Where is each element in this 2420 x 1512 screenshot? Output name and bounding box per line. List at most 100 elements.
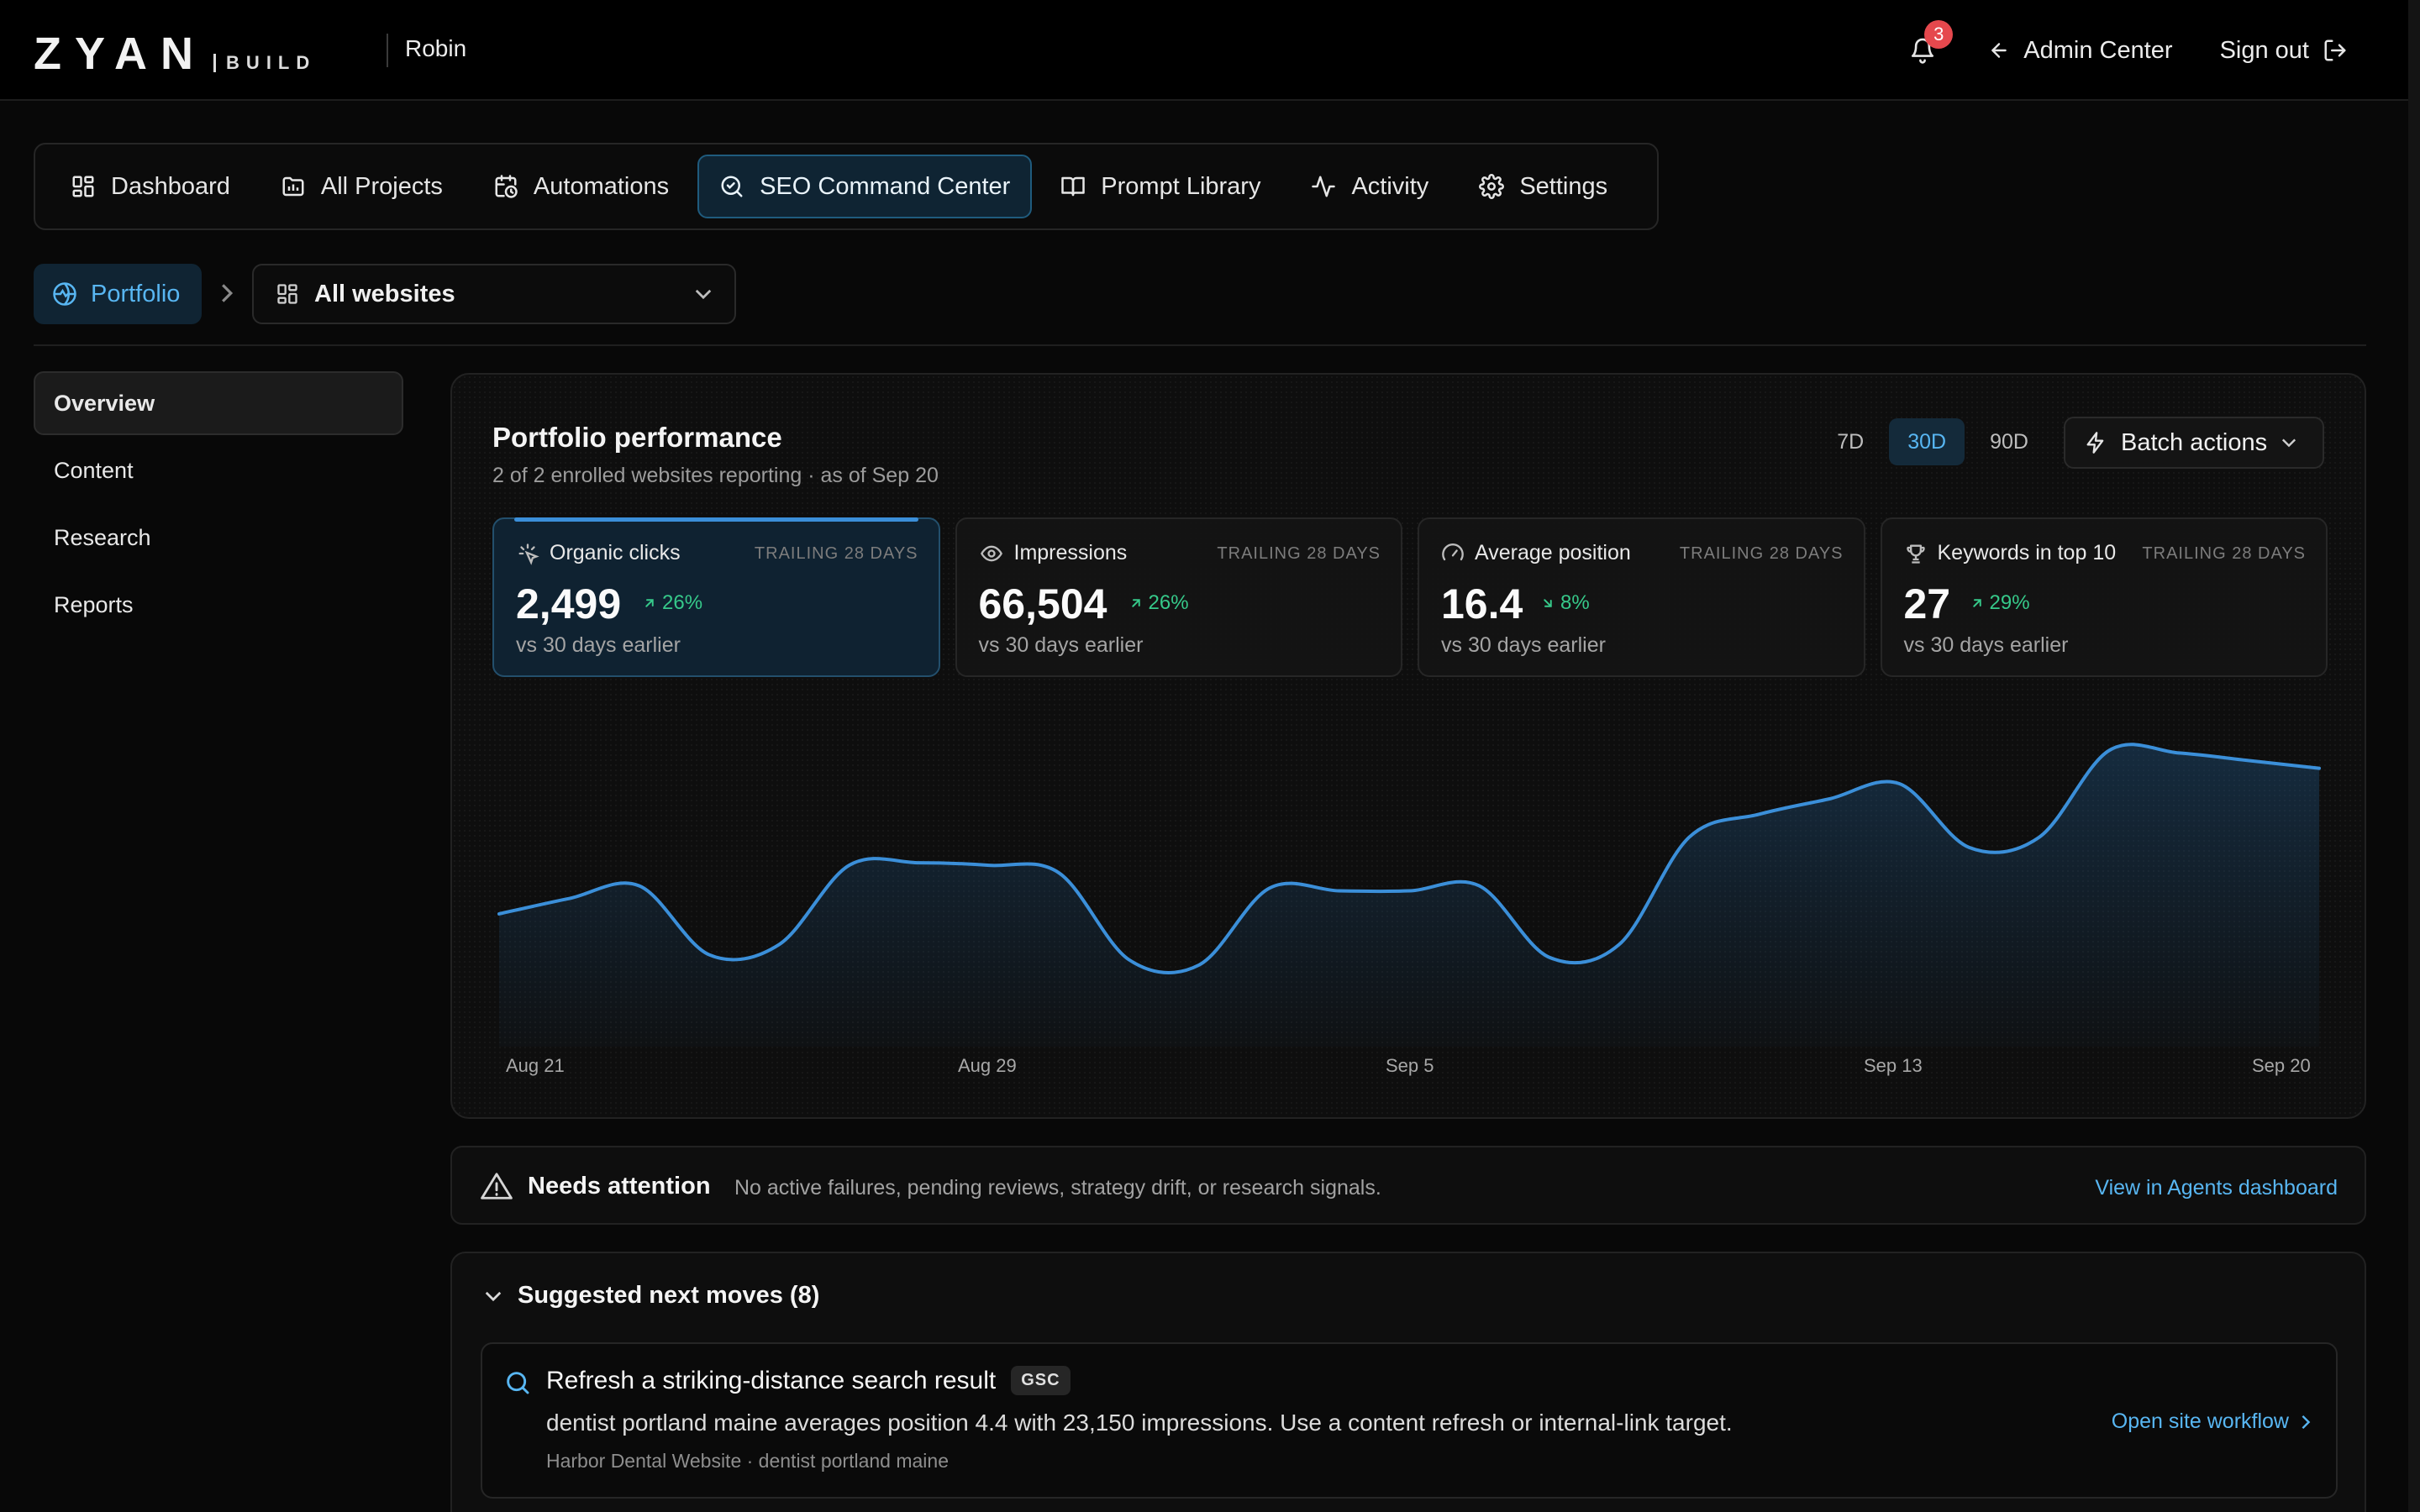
suggestion-item[interactable]: Refresh a striking-distance search resul… bbox=[481, 1342, 2338, 1499]
kpi-label: Keywords in top 10 bbox=[1937, 541, 2117, 564]
nav-all-projects[interactable]: All Projects bbox=[259, 155, 465, 218]
divider bbox=[387, 34, 388, 67]
chevron-down-icon bbox=[485, 1291, 502, 1301]
website-selector[interactable]: All websites bbox=[252, 264, 736, 324]
nav-label: Settings bbox=[1519, 172, 1608, 200]
x-tick-label: Aug 21 bbox=[506, 1055, 565, 1076]
kpi-delta-value: 26% bbox=[1148, 591, 1189, 614]
card-title: Portfolio performance bbox=[492, 422, 782, 453]
kpi-period: TRAILING 28 DAYS bbox=[1217, 544, 1381, 563]
warning-triangle-icon bbox=[481, 1173, 513, 1200]
portfolio-performance-card: Portfolio performance 2 of 2 enrolled we… bbox=[450, 373, 2366, 1119]
sidebar-item-research[interactable]: Research bbox=[34, 506, 403, 570]
kpi-period: TRAILING 28 DAYS bbox=[2142, 544, 2306, 563]
nav-dashboard[interactable]: Dashboard bbox=[49, 155, 252, 218]
kpi-value: 16.4 bbox=[1441, 580, 1523, 627]
batch-actions-button[interactable]: Batch actions bbox=[2064, 417, 2324, 469]
performance-chart[interactable] bbox=[497, 711, 2321, 1063]
admin-center-link[interactable]: Admin Center bbox=[1988, 36, 2173, 65]
sidebar-item-reports[interactable]: Reports bbox=[34, 573, 403, 637]
attention-title: Needs attention bbox=[528, 1173, 711, 1200]
kpi-delta: 8% bbox=[1540, 591, 1590, 615]
workspace-name: Robin bbox=[405, 35, 467, 61]
kpi-delta-value: 29% bbox=[1989, 591, 2030, 614]
x-tick-label: Sep 13 bbox=[1864, 1055, 1923, 1076]
kpi-row: Organic clicks TRAILING 28 DAYS 2,499 26… bbox=[492, 517, 2328, 677]
suggested-moves-title: Suggested next moves (8) bbox=[518, 1282, 820, 1309]
kpi-label: Impressions bbox=[1013, 541, 1128, 564]
range-90d-button[interactable]: 90D bbox=[1971, 418, 2047, 465]
website-selector-value: All websites bbox=[314, 280, 455, 307]
kpi-label: Average position bbox=[1475, 541, 1631, 564]
kpi-comparison: vs 30 days earlier bbox=[1441, 633, 1606, 657]
sign-out-button[interactable]: Sign out bbox=[2220, 37, 2348, 65]
nav-seo-command-center[interactable]: SEO Command Center bbox=[697, 155, 1033, 218]
range-7d-button[interactable]: 7D bbox=[1818, 418, 1882, 465]
sidebar-item-content[interactable]: Content bbox=[34, 438, 403, 502]
card-subtitle: 2 of 2 enrolled websites reporting · as … bbox=[492, 464, 939, 487]
breadcrumb-portfolio-label: Portfolio bbox=[91, 280, 181, 307]
suggestion-meta: Harbor Dental Website · dentist portland… bbox=[546, 1450, 949, 1472]
activity-icon bbox=[1312, 176, 1336, 197]
top-bar: ZYAN BUILD Robin 3 Admin Center Sign out bbox=[0, 0, 2420, 101]
grid-icon bbox=[277, 284, 297, 304]
x-tick-label: Sep 20 bbox=[2252, 1055, 2311, 1076]
chevron-right-icon bbox=[2302, 1415, 2311, 1429]
nav-prompt-library[interactable]: Prompt Library bbox=[1039, 155, 1282, 218]
breadcrumb-portfolio[interactable]: Portfolio bbox=[34, 264, 202, 324]
dashboard-icon bbox=[72, 176, 94, 197]
sign-out-icon bbox=[2324, 39, 2346, 61]
arrow-up-right-icon bbox=[645, 599, 654, 607]
attention-message: No active failures, pending reviews, str… bbox=[734, 1176, 1381, 1200]
globe-icon bbox=[53, 282, 76, 306]
kpi-value: 27 bbox=[1903, 580, 1951, 627]
arrow-left-icon bbox=[1991, 43, 2007, 58]
logo[interactable]: ZYAN BUILD bbox=[34, 29, 316, 79]
chart-area-fill bbox=[499, 744, 2319, 1047]
kpi-value: 66,504 bbox=[978, 580, 1107, 627]
kpi-delta: 26% bbox=[1128, 591, 1189, 615]
kpi-average-position[interactable]: Average position TRAILING 28 DAYS 16.4 8… bbox=[1418, 517, 1865, 677]
lightning-icon bbox=[2086, 432, 2104, 454]
kpi-delta-value: 8% bbox=[1560, 591, 1590, 614]
projects-icon bbox=[282, 176, 304, 197]
kpi-impressions[interactable]: Impressions TRAILING 28 DAYS 66,504 26% … bbox=[955, 517, 1402, 677]
logo-wordmark: ZYAN bbox=[34, 29, 208, 79]
range-30d-button[interactable]: 30D bbox=[1889, 418, 1965, 465]
batch-actions-label: Batch actions bbox=[2121, 428, 2268, 456]
suggested-moves-toggle[interactable]: Suggested next moves (8) bbox=[484, 1282, 819, 1310]
nav-automations[interactable]: Automations bbox=[471, 155, 691, 218]
nav-label: Automations bbox=[533, 172, 670, 200]
open-site-workflow-label: Open site workflow bbox=[2111, 1410, 2289, 1433]
eye-icon bbox=[980, 545, 1002, 561]
nav-activity[interactable]: Activity bbox=[1289, 155, 1450, 218]
kpi-organic-clicks[interactable]: Organic clicks TRAILING 28 DAYS 2,499 26… bbox=[492, 517, 940, 677]
search-icon bbox=[721, 176, 743, 197]
kpi-header: Organic clicks bbox=[516, 541, 681, 565]
nav-label: Dashboard bbox=[111, 172, 230, 200]
admin-center-label: Admin Center bbox=[2023, 36, 2173, 64]
kpi-header: Impressions bbox=[979, 541, 1128, 565]
sparkle-icon bbox=[518, 543, 539, 565]
sidebar-item-overview[interactable]: Overview bbox=[34, 371, 403, 435]
open-site-workflow-link[interactable]: Open site workflow bbox=[2112, 1410, 2311, 1434]
kpi-value: 2,499 bbox=[516, 580, 622, 627]
gauge-icon bbox=[1442, 543, 1464, 560]
kpi-delta: 26% bbox=[642, 591, 702, 615]
gear-icon bbox=[1479, 174, 1505, 199]
x-tick-label: Sep 5 bbox=[1386, 1055, 1434, 1076]
page-scrollbar[interactable] bbox=[2408, 0, 2420, 1512]
divider bbox=[34, 344, 2366, 346]
nav-settings[interactable]: Settings bbox=[1457, 155, 1629, 218]
notifications-button[interactable]: 3 bbox=[1904, 20, 1954, 69]
chevron-down-icon bbox=[2282, 438, 2296, 448]
nav-label: All Projects bbox=[320, 172, 443, 200]
kpi-header: Average position bbox=[1441, 541, 1631, 565]
agents-dashboard-link[interactable]: View in Agents dashboard bbox=[2095, 1176, 2338, 1200]
x-tick-label: Aug 29 bbox=[958, 1055, 1017, 1076]
chevron-down-icon bbox=[695, 289, 712, 300]
section-sidebar: Overview Content Research Reports bbox=[34, 371, 403, 640]
kpi-keywords-top-10[interactable]: Keywords in top 10 TRAILING 28 DAYS 27 2… bbox=[1880, 517, 2328, 677]
suggestion-title: Refresh a striking-distance search resul… bbox=[546, 1366, 1071, 1395]
source-badge: GSC bbox=[1011, 1366, 1071, 1395]
